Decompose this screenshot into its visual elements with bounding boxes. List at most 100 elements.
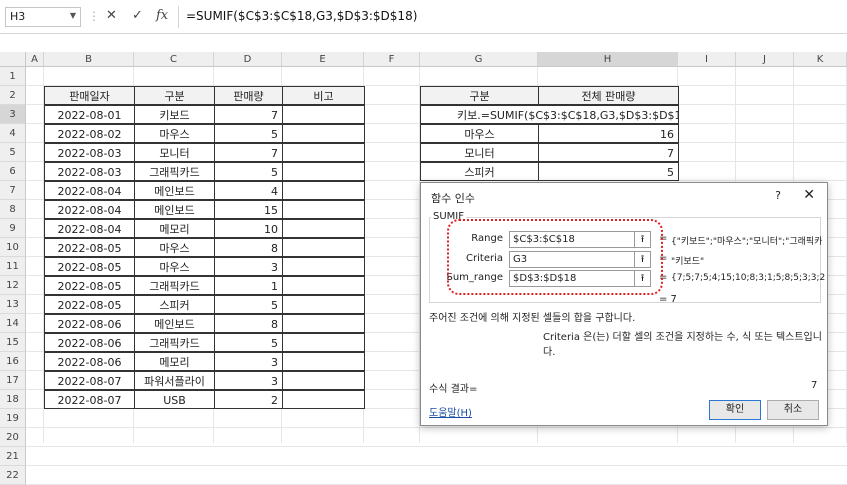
select-all-corner[interactable] <box>0 52 26 67</box>
left-table-cell[interactable]: 8 <box>214 238 283 257</box>
row-header-19[interactable]: 19 <box>0 409 26 428</box>
left-table-cell[interactable]: 2022-08-01 <box>44 105 135 124</box>
left-table-cell[interactable]: 마우스 <box>134 238 215 257</box>
left-table-cell[interactable]: 2022-08-06 <box>44 314 135 333</box>
left-table-cell[interactable]: 메모리 <box>134 352 215 371</box>
column-header-d[interactable]: D <box>214 52 282 67</box>
left-table-cell[interactable]: 2022-08-04 <box>44 181 135 200</box>
column-header-c[interactable]: C <box>134 52 214 67</box>
left-table-cell[interactable]: 8 <box>214 314 283 333</box>
left-table-cell[interactable]: 2022-08-03 <box>44 143 135 162</box>
column-header-j[interactable]: J <box>736 52 794 67</box>
left-table-cell[interactable]: 2022-08-04 <box>44 219 135 238</box>
ok-button[interactable]: 확인 <box>709 400 761 420</box>
left-table-cell[interactable]: 마우스 <box>134 124 215 143</box>
right-table-header[interactable]: 전체 판매량 <box>538 86 679 105</box>
left-table-cell[interactable]: 메인보드 <box>134 200 215 219</box>
cancel-icon[interactable]: ✕ <box>106 8 117 23</box>
left-table-cell[interactable]: 메인보드 <box>134 181 215 200</box>
left-table-header[interactable]: 비고 <box>282 86 365 105</box>
left-table-cell[interactable] <box>282 390 365 409</box>
row-header-21[interactable]: 21 <box>0 447 26 466</box>
left-table-cell[interactable]: 1 <box>214 276 283 295</box>
row-header-11[interactable]: 11 <box>0 257 26 276</box>
right-table-cell[interactable]: 스피커 <box>420 162 539 181</box>
left-table-cell[interactable]: 3 <box>214 371 283 390</box>
row-header-6[interactable]: 6 <box>0 162 26 181</box>
column-header-f[interactable]: F <box>364 52 420 67</box>
left-table-cell[interactable]: 2022-08-02 <box>44 124 135 143</box>
left-table-cell[interactable]: 2022-08-06 <box>44 352 135 371</box>
left-table-cell[interactable] <box>282 200 365 219</box>
left-table-cell[interactable]: 파워서플라이 <box>134 371 215 390</box>
insert-function-icon[interactable]: fx <box>156 8 168 23</box>
left-table-cell[interactable] <box>282 124 365 143</box>
row-header-14[interactable]: 14 <box>0 314 26 333</box>
left-table-cell[interactable]: USB <box>134 390 215 409</box>
row-header-7[interactable]: 7 <box>0 181 26 200</box>
left-table-cell[interactable]: 7 <box>214 143 283 162</box>
left-table-header[interactable]: 판매량 <box>214 86 283 105</box>
left-table-cell[interactable]: 2 <box>214 390 283 409</box>
row-header-10[interactable]: 10 <box>0 238 26 257</box>
editing-cell[interactable]: 키보.=SUMIF($C$3:$C$18,G3,$D$3:$D$18) <box>420 105 679 124</box>
row-header-5[interactable]: 5 <box>0 143 26 162</box>
left-table-cell[interactable]: 2022-08-03 <box>44 162 135 181</box>
column-header-g[interactable]: G <box>420 52 538 67</box>
left-table-cell[interactable]: 3 <box>214 257 283 276</box>
left-table-cell[interactable]: 메인보드 <box>134 314 215 333</box>
left-table-cell[interactable]: 마우스 <box>134 257 215 276</box>
help-icon[interactable]: ? <box>775 189 781 202</box>
enter-icon[interactable]: ✓ <box>132 8 143 23</box>
column-header-b[interactable]: B <box>44 52 134 67</box>
row-header-1[interactable]: 1 <box>0 67 26 86</box>
left-table-cell[interactable]: 2022-08-05 <box>44 276 135 295</box>
row-header-3[interactable]: 3 <box>0 105 26 124</box>
left-table-cell[interactable] <box>282 238 365 257</box>
right-table-cell[interactable]: 5 <box>538 162 679 181</box>
column-header-e[interactable]: E <box>282 52 364 67</box>
row-header-8[interactable]: 8 <box>0 200 26 219</box>
name-box[interactable]: H3 ▼ <box>5 7 81 27</box>
left-table-cell[interactable]: 7 <box>214 105 283 124</box>
left-table-cell[interactable]: 그래픽카드 <box>134 333 215 352</box>
left-table-cell[interactable]: 4 <box>214 181 283 200</box>
left-table-cell[interactable]: 5 <box>214 295 283 314</box>
cancel-button[interactable]: 취소 <box>767 400 819 420</box>
left-table-cell[interactable]: 2022-08-06 <box>44 333 135 352</box>
left-table-cell[interactable] <box>282 352 365 371</box>
chevron-down-icon[interactable]: ▼ <box>70 11 76 20</box>
row-header-22[interactable]: 22 <box>0 466 26 485</box>
left-table-cell[interactable]: 15 <box>214 200 283 219</box>
left-table-cell[interactable]: 키보드 <box>134 105 215 124</box>
left-table-cell[interactable]: 메모리 <box>134 219 215 238</box>
column-header-k[interactable]: K <box>794 52 847 67</box>
right-table-cell[interactable]: 16 <box>538 124 679 143</box>
right-table-header[interactable]: 구분 <box>420 86 539 105</box>
column-header-h[interactable]: H <box>538 52 678 67</box>
left-table-cell[interactable] <box>282 333 365 352</box>
left-table-cell[interactable]: 그래픽카드 <box>134 276 215 295</box>
left-table-cell[interactable]: 5 <box>214 124 283 143</box>
left-table-cell[interactable] <box>282 105 365 124</box>
row-header-17[interactable]: 17 <box>0 371 26 390</box>
left-table-cell[interactable] <box>282 257 365 276</box>
left-table-cell[interactable]: 3 <box>214 352 283 371</box>
left-table-cell[interactable]: 2022-08-04 <box>44 200 135 219</box>
formula-input[interactable]: =SUMIF($C$3:$C$18,G3,$D$3:$D$18) <box>186 9 417 23</box>
left-table-cell[interactable]: 2022-08-05 <box>44 257 135 276</box>
row-header-18[interactable]: 18 <box>0 390 26 409</box>
row-header-9[interactable]: 9 <box>0 219 26 238</box>
row-header-12[interactable]: 12 <box>0 276 26 295</box>
column-header-i[interactable]: I <box>678 52 736 67</box>
right-table-cell[interactable]: 모니터 <box>420 143 539 162</box>
row-header-2[interactable]: 2 <box>0 86 26 105</box>
help-link[interactable]: 도움말(H) <box>429 404 472 419</box>
left-table-header[interactable]: 구분 <box>134 86 215 105</box>
row-header-20[interactable]: 20 <box>0 428 26 447</box>
left-table-cell[interactable]: 2022-08-07 <box>44 371 135 390</box>
right-table-cell[interactable]: 7 <box>538 143 679 162</box>
left-table-cell[interactable]: 스피커 <box>134 295 215 314</box>
left-table-cell[interactable]: 5 <box>214 333 283 352</box>
left-table-cell[interactable] <box>282 162 365 181</box>
